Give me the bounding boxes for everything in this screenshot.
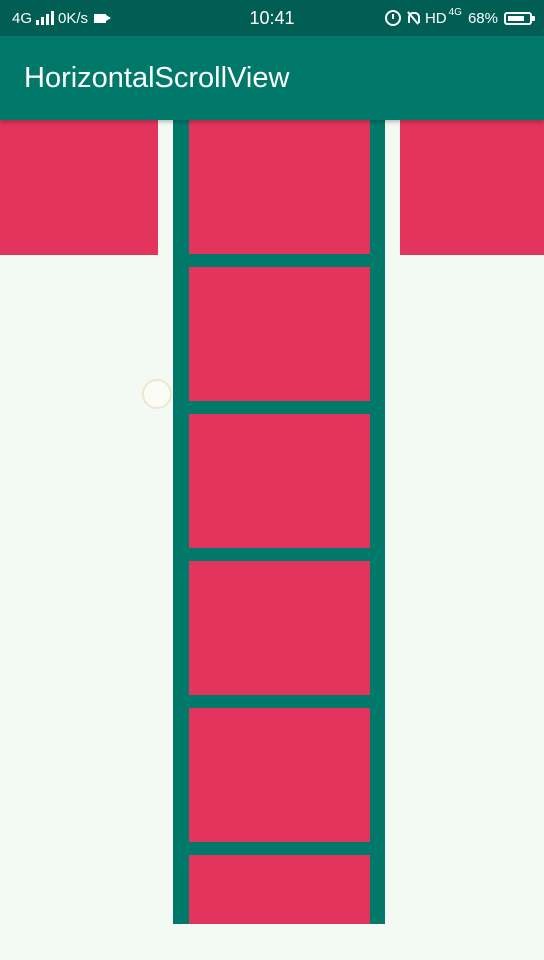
list-item[interactable] — [189, 120, 370, 254]
list-item[interactable] — [189, 708, 370, 842]
status-bar: 4G 0K/s 10:41 HD 4G 68% — [0, 0, 544, 36]
page-title: HorizontalScrollView — [24, 61, 290, 94]
right-scroll-item[interactable] — [400, 120, 544, 255]
hd-indicator: HD — [424, 9, 447, 27]
list-item[interactable] — [189, 855, 370, 924]
status-bar-right: HD 4G 68% — [384, 0, 535, 36]
app-bar: HorizontalScrollView — [0, 36, 544, 120]
vertical-scroll-list[interactable] — [173, 120, 385, 924]
left-scroll-item[interactable] — [0, 120, 158, 255]
list-item[interactable] — [189, 561, 370, 695]
touch-indicator — [142, 379, 172, 409]
mute-icon — [407, 11, 420, 25]
hd-network-indicator: 4G — [448, 6, 462, 18]
battery-icon — [504, 11, 535, 25]
battery-percent: 68% — [467, 9, 498, 27]
clock: 10:41 — [249, 7, 295, 28]
alarm-icon — [384, 10, 401, 26]
list-item[interactable] — [189, 267, 370, 401]
list-item[interactable] — [189, 414, 370, 548]
